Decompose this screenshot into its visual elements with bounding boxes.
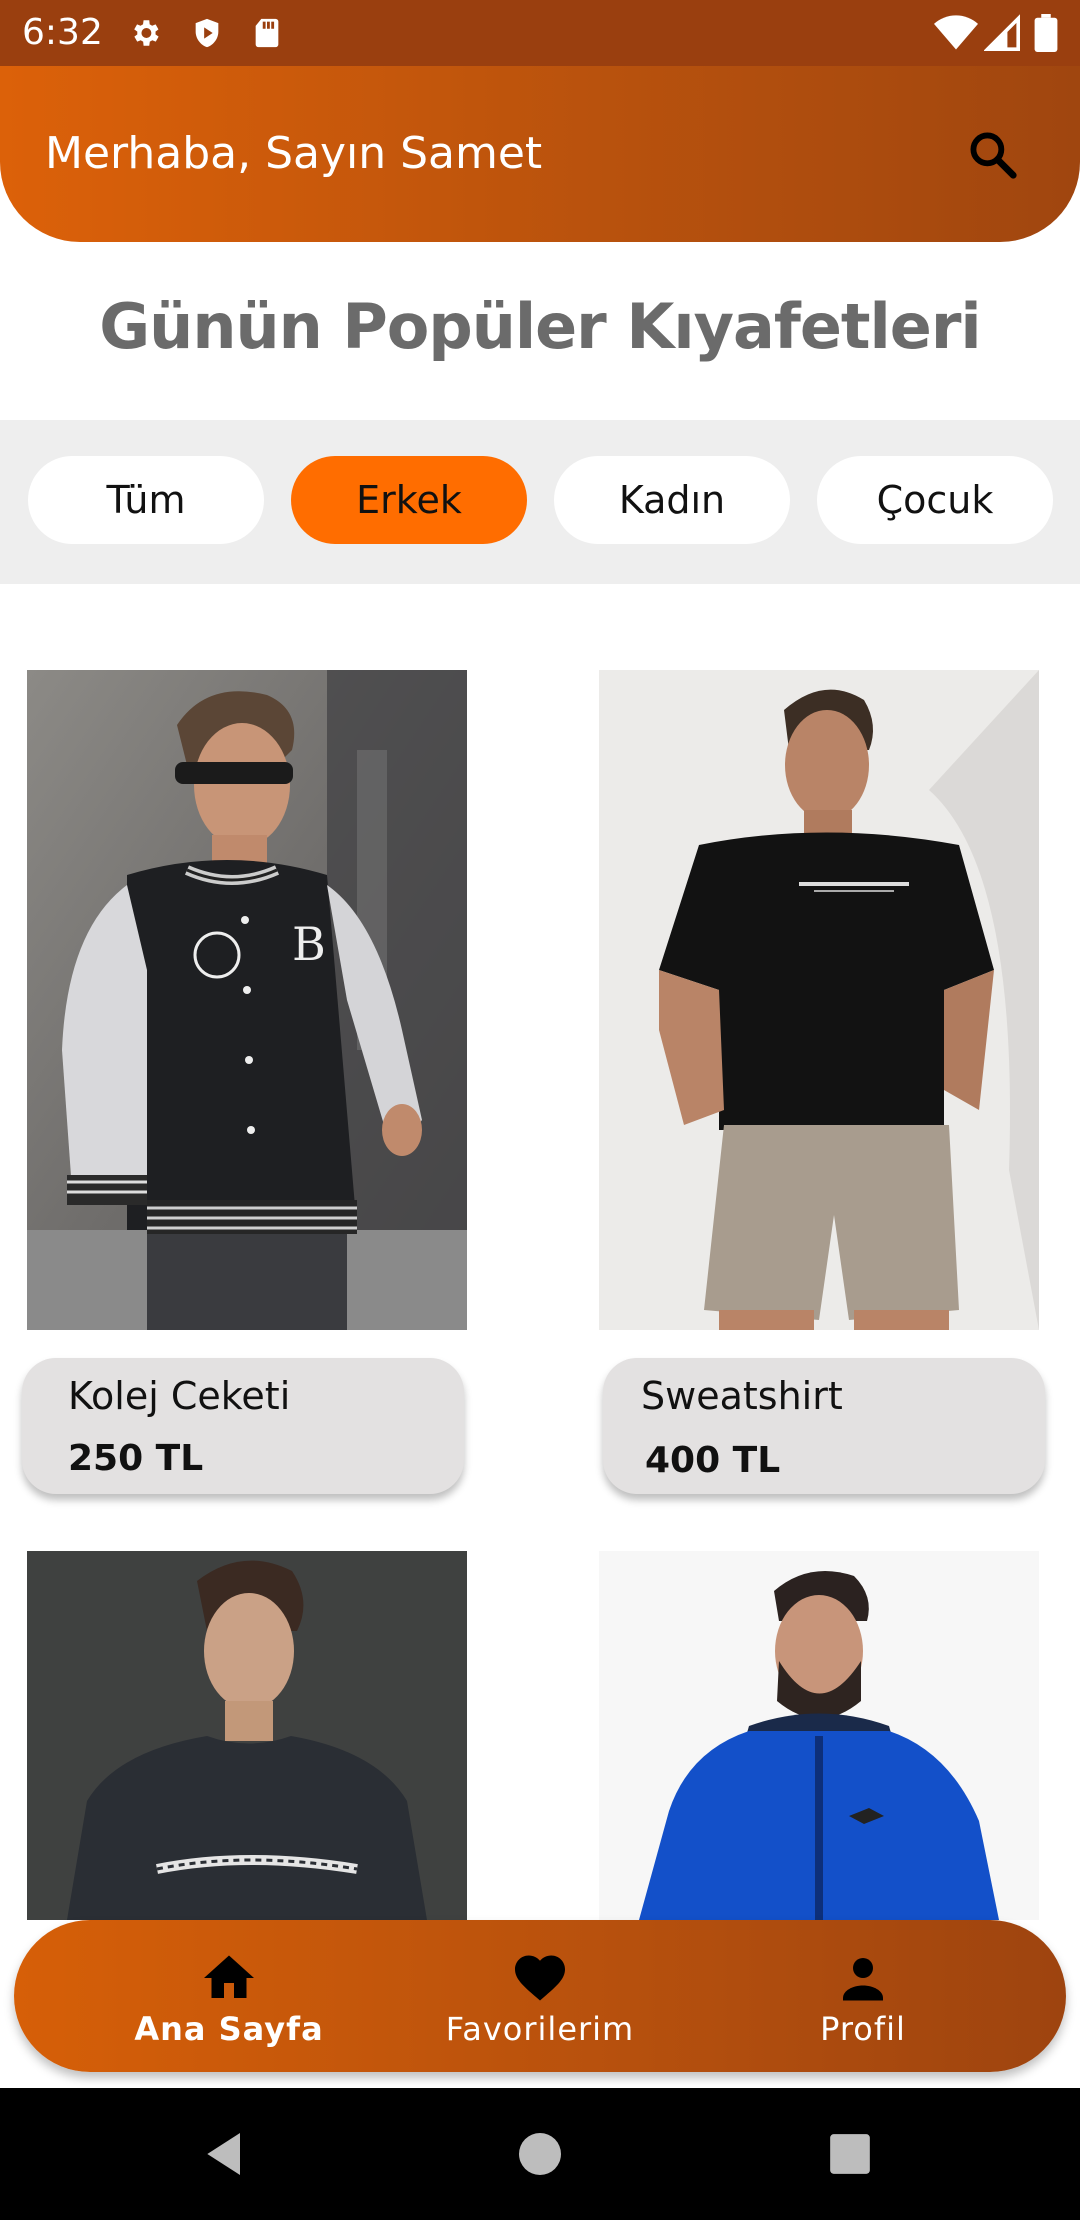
nav-item-home[interactable]: Ana Sayfa — [69, 1920, 389, 2072]
product-image-hoodie[interactable] — [599, 1551, 1039, 1920]
product-image-jacket[interactable]: B — [27, 670, 467, 1330]
heart-icon — [515, 1955, 565, 2001]
status-bar: 6:32 — [0, 0, 1080, 66]
nav-label: Favorilerim — [445, 2010, 635, 2048]
filter-chip-men[interactable]: Erkek — [291, 456, 527, 544]
page-title: Günün Popüler Kıyafetleri — [99, 290, 981, 363]
filter-chip-women[interactable]: Kadın — [554, 456, 790, 544]
wifi-icon — [934, 15, 978, 50]
settings-icon — [134, 20, 159, 46]
home-icon — [204, 1955, 254, 1998]
search-icon — [970, 132, 1017, 179]
recents-icon[interactable] — [822, 2126, 878, 2182]
app-header: Merhaba, Sayın Samet — [0, 66, 1080, 242]
product-price: 250 TL — [68, 1438, 204, 1479]
shield-icon — [195, 18, 219, 48]
bottom-navigation: Ana Sayfa Favorilerim Profil — [14, 1920, 1066, 2072]
greeting-text: Merhaba, Sayın Samet — [45, 128, 543, 179]
sd-card-icon — [255, 18, 279, 48]
product-image-tshirt[interactable] — [599, 670, 1039, 1330]
filter-chip-kids[interactable]: Çocuk — [817, 456, 1053, 544]
search-button[interactable] — [958, 120, 1028, 190]
product-name: Kolej Ceketi — [68, 1374, 291, 1418]
nav-item-profile[interactable]: Profil — [703, 1920, 1023, 2072]
back-icon[interactable] — [198, 2126, 254, 2182]
product-card-info[interactable]: Kolej Ceketi 250 TL — [22, 1358, 464, 1494]
person-icon — [843, 1958, 883, 2001]
status-time: 6:32 — [22, 12, 103, 53]
nav-label: Ana Sayfa — [134, 2010, 324, 2048]
system-navigation-bar — [0, 2088, 1080, 2220]
battery-icon — [1034, 14, 1058, 52]
nav-label: Profil — [820, 2010, 906, 2048]
home-circle-icon[interactable] — [512, 2126, 568, 2182]
product-card-info[interactable]: Sweatshirt 400 TL — [603, 1358, 1045, 1494]
product-price: 400 TL — [645, 1440, 781, 1481]
product-image-sweater[interactable] — [27, 1551, 467, 1920]
filter-chip-all[interactable]: Tüm — [28, 456, 264, 544]
product-name: Sweatshirt — [641, 1374, 843, 1418]
signal-icon — [984, 14, 1020, 51]
svg-text:B: B — [292, 917, 326, 971]
nav-item-favorites[interactable]: Favorilerim — [380, 1920, 700, 2072]
category-filter-bar: Tüm Erkek Kadın Çocuk — [0, 420, 1080, 584]
